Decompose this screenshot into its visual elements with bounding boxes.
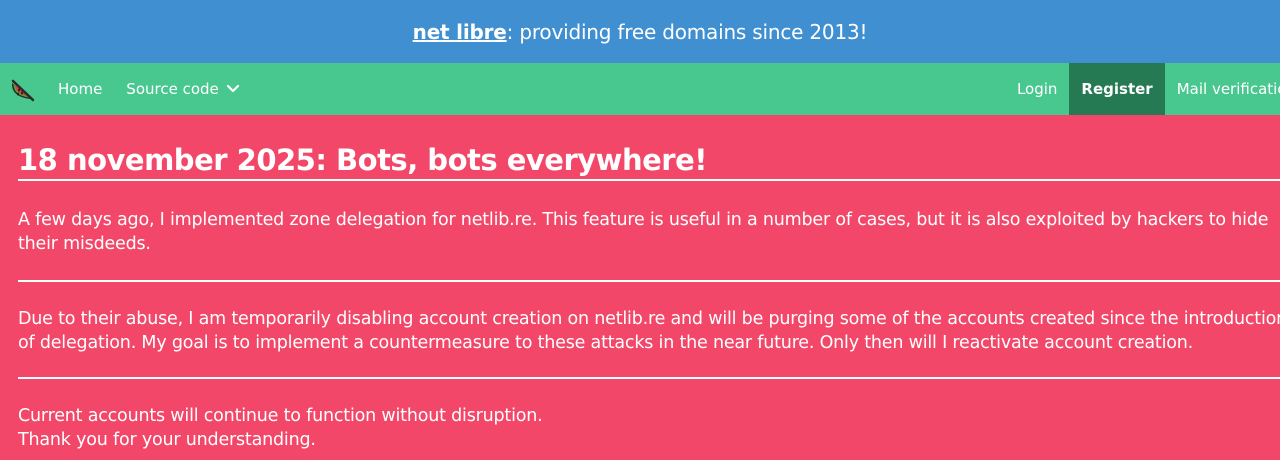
paragraph-line: Due to their abuse, I am temporarily dis… [18,309,1280,329]
nav-mail-verification-label: Mail verification [1176,80,1280,98]
paragraph-line: of delegation. My goal is to implement a… [18,333,1194,353]
watermelon-icon[interactable] [2,63,44,115]
nav-register[interactable]: Register [1069,63,1165,115]
main-content: 18 november 2025: Bots, bots everywhere!… [0,115,1280,452]
nav-mail-verification[interactable]: Mail verification [1165,63,1280,115]
paragraph-line: A few days ago, I implemented zone deleg… [18,210,1269,230]
nav-register-label: Register [1081,80,1153,98]
site-banner: net libre: providing free domains since … [0,0,1280,63]
banner-tagline: : providing free domains since 2013! [506,19,868,44]
paragraph-line: Current accounts will continue to functi… [18,406,543,426]
paragraph-line: Thank you for your understanding. [18,430,316,450]
brand-link[interactable]: net libre [413,20,507,44]
post-title: 18 november 2025: Bots, bots everywhere! [18,115,1280,181]
chevron-down-icon [226,85,239,93]
divider [18,280,1280,282]
divider [18,377,1280,379]
paragraph-closing: Current accounts will continue to functi… [18,404,1280,452]
nav-home[interactable]: Home [44,63,114,115]
paragraph-delegation: A few days ago, I implemented zone deleg… [18,208,1280,256]
nav-login-label: Login [1016,80,1058,98]
nav-source-code-label: Source code [126,80,219,98]
navbar: Home Source code Login Register Mail ver… [0,63,1280,115]
nav-home-label: Home [58,80,103,98]
nav-right: Login Register Mail verification [1005,63,1280,115]
paragraph-account-creation: Due to their abuse, I am temporarily dis… [18,307,1280,355]
paragraph-line: their misdeeds. [18,234,151,254]
nav-login[interactable]: Login [1005,63,1069,115]
nav-source-code[interactable]: Source code [114,63,250,115]
